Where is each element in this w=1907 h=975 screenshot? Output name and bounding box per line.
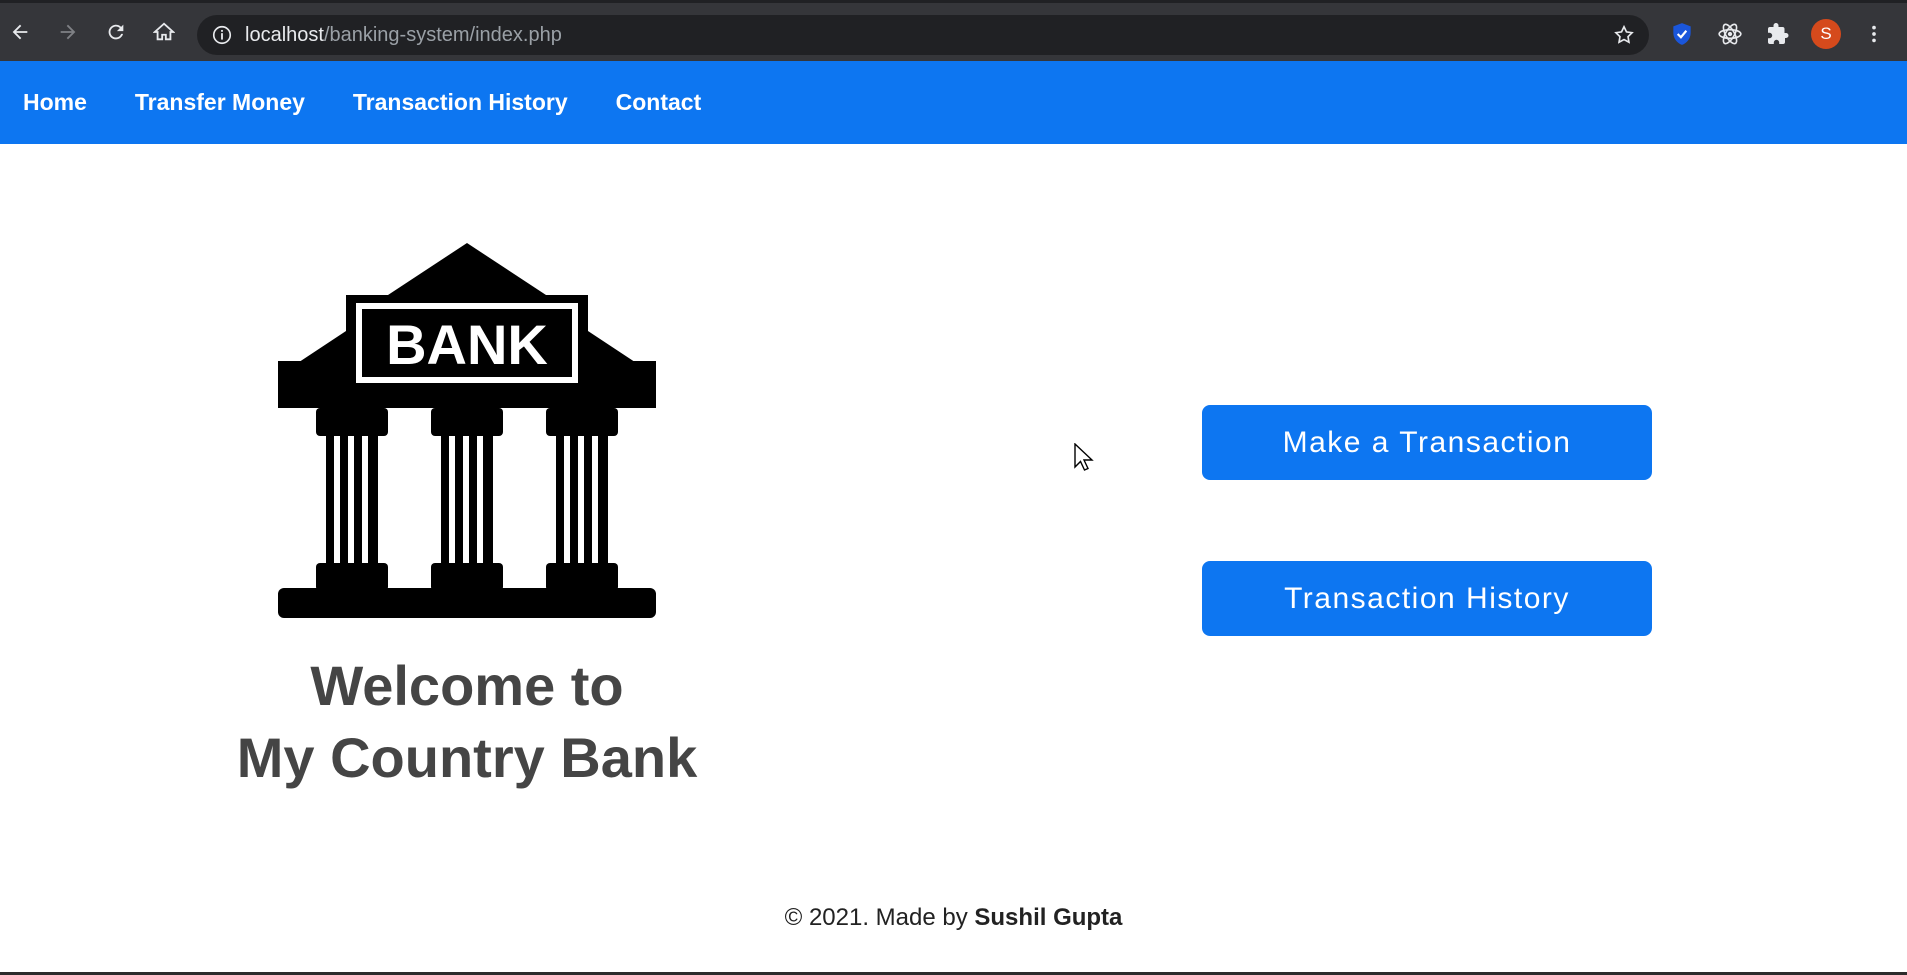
shield-extension-icon[interactable] — [1668, 20, 1696, 48]
home-icon — [153, 22, 175, 41]
reload-icon — [108, 24, 124, 40]
extensions-puzzle-icon[interactable] — [1764, 20, 1792, 48]
nav-transaction-history-link[interactable]: Transaction History — [353, 89, 568, 116]
transaction-history-button[interactable]: Transaction History — [1202, 561, 1652, 636]
page-footer: © 2021. Made by Sushil Gupta — [0, 904, 1907, 932]
mouse-cursor-icon — [1074, 443, 1094, 471]
welcome-line-2: My Country Bank — [236, 726, 698, 789]
bank-sign-text: BANK — [386, 313, 548, 376]
welcome-line-1: Welcome to — [310, 654, 624, 717]
forward-arrow-icon — [60, 24, 76, 40]
react-devtools-icon[interactable] — [1716, 20, 1744, 48]
forward-button[interactable] — [51, 15, 85, 49]
reload-button[interactable] — [99, 15, 133, 49]
bookmark-star-icon[interactable] — [1613, 24, 1635, 46]
profile-avatar[interactable]: S — [1811, 19, 1841, 49]
menu-kebab-icon[interactable] — [1860, 20, 1888, 48]
make-transaction-button[interactable]: Make a Transaction — [1202, 405, 1652, 480]
site-navbar: Home Transfer Money Transaction History … — [0, 61, 1907, 144]
home-button[interactable] — [147, 15, 181, 49]
welcome-heading: Welcome to My Country Bank — [167, 650, 767, 794]
browser-toolbar: localhost/banking-system/index.php S — [0, 0, 1907, 61]
nav-home-link[interactable]: Home — [23, 89, 87, 116]
address-bar[interactable]: localhost/banking-system/index.php — [197, 15, 1649, 55]
nav-transfer-money-link[interactable]: Transfer Money — [135, 89, 305, 116]
footer-author: Sushil Gupta — [974, 904, 1123, 931]
nav-contact-link[interactable]: Contact — [616, 89, 702, 116]
back-button[interactable] — [3, 15, 37, 49]
url-text: localhost/banking-system/index.php — [245, 23, 562, 46]
bank-building-icon: BANK — [278, 243, 656, 618]
footer-copyright: © 2021. Made by — [784, 904, 975, 931]
info-icon[interactable] — [211, 24, 233, 46]
back-arrow-icon — [12, 24, 28, 40]
